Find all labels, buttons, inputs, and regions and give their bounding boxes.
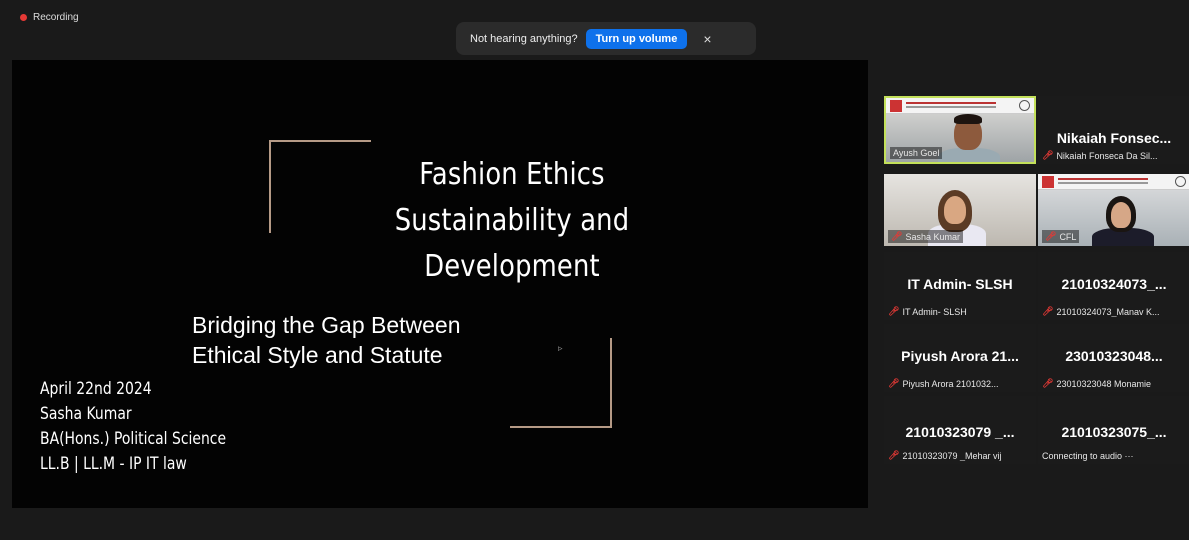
participant-display-name: 21010323079 _... [905, 424, 1015, 440]
slide-subtitle-line: Bridging the Gap Between [192, 312, 461, 338]
participant-tile-21010323075[interactable]: 21010323075_... Connecting to audio ··· [1038, 396, 1189, 464]
muted-mic-icon: 🎤︎ [888, 378, 900, 388]
participant-name-label: 🎤︎ 21010323079 _Mehar vij [888, 450, 1002, 461]
slide-frame-top-left [269, 140, 371, 233]
muted-mic-icon: 🎤︎ [891, 231, 903, 241]
participant-name-label: 🎤︎ IT Admin- SLSH [888, 306, 967, 317]
participant-tile-21010324073[interactable]: 21010324073_... 🎤︎ 21010324073_Manav K... [1038, 252, 1189, 320]
slide-meta-line: LL.B | LL.M - IP IT law [40, 454, 187, 474]
participant-head [944, 196, 966, 224]
participant-tile-it-admin[interactable]: IT Admin- SLSH 🎤︎ IT Admin- SLSH [884, 252, 1036, 320]
mouse-cursor-icon: ▹ [558, 343, 563, 353]
muted-mic-icon: 🎤︎ [888, 306, 900, 316]
banner-image [886, 98, 1034, 114]
banner-image [1038, 174, 1189, 190]
slide-title: Fashion Ethics Sustainability and Develo… [374, 152, 649, 290]
shared-screen: Fashion Ethics Sustainability and Develo… [12, 60, 868, 508]
participant-name-label: Connecting to audio ··· [1042, 451, 1134, 461]
participant-tile-piyush-arora[interactable]: Piyush Arora 21... 🎤︎ Piyush Arora 210103… [884, 324, 1036, 392]
participant-hair [954, 114, 982, 124]
meeting-window: Recording Not hearing anything? Turn up … [0, 0, 1189, 540]
audio-notice-text: Not hearing anything? [470, 32, 578, 45]
participant-tile-cfl[interactable]: 🎤︎ CFL [1038, 174, 1189, 246]
slide-meta-line: Sasha Kumar [40, 404, 132, 424]
slide-subtitle-line: Ethical Style and Statute [192, 342, 443, 368]
turn-up-volume-button[interactable]: Turn up volume [585, 28, 688, 49]
participant-name-label: 🎤︎ 23010323048 Monamie [1042, 378, 1152, 389]
participant-name-label: Ayush Goel [890, 147, 943, 159]
close-icon[interactable]: × [703, 31, 711, 47]
participant-name-label: 🎤︎ CFL [1042, 230, 1080, 243]
slide-title-line: Fashion Ethics [419, 157, 605, 192]
recording-label: Recording [33, 12, 79, 23]
slide-presenter-info: April 22nd 2024 Sasha Kumar BA(Hons.) Po… [40, 377, 226, 477]
recording-indicator[interactable]: Recording [20, 12, 79, 23]
participant-display-name: 21010323075_... [1061, 424, 1167, 440]
recording-dot-icon [20, 14, 27, 21]
muted-mic-icon: 🎤︎ [1042, 378, 1054, 388]
participant-tile-21010323079[interactable]: 21010323079 _... 🎤︎ 21010323079 _Mehar vi… [884, 396, 1036, 464]
participant-tile-ayush-goel[interactable]: Ayush Goel [884, 96, 1036, 164]
slide-title-line: Development [424, 249, 600, 284]
slide-title-line: Sustainability and [394, 203, 630, 238]
participant-name-label: 🎤︎ Nikaiah Fonseca Da Sil... [1042, 150, 1158, 161]
participant-display-name: 23010323048... [1065, 348, 1163, 364]
muted-mic-icon: 🎤︎ [888, 450, 900, 460]
muted-mic-icon: 🎤︎ [1045, 231, 1057, 241]
participant-tile-sasha-kumar[interactable]: 🎤︎ Sasha Kumar [884, 174, 1036, 246]
participant-head [1111, 202, 1131, 228]
participant-name-label: 🎤︎ 21010324073_Manav K... [1042, 306, 1160, 317]
slide-subtitle: Bridging the Gap Between Ethical Style a… [192, 310, 592, 370]
participant-tile-23010323048[interactable]: 23010323048... 🎤︎ 23010323048 Monamie [1038, 324, 1189, 392]
participant-body [938, 148, 1000, 162]
participant-name-label: 🎤︎ Piyush Arora 2101032... [888, 378, 999, 389]
participant-display-name: 21010324073_... [1061, 276, 1167, 292]
participant-name-label: 🎤︎ Sasha Kumar [888, 230, 963, 243]
slide-meta-line: BA(Hons.) Political Science [40, 429, 227, 449]
participant-display-name: Nikaiah Fonsec... [1056, 130, 1172, 146]
audio-notice-banner: Not hearing anything? Turn up volume × [456, 22, 756, 55]
participant-display-name: Piyush Arora 21... [901, 348, 1019, 364]
participant-display-name: IT Admin- SLSH [907, 276, 1013, 292]
muted-mic-icon: 🎤︎ [1042, 306, 1054, 316]
slide-meta-line: April 22nd 2024 [40, 379, 152, 399]
participant-tile-nikaiah[interactable]: Nikaiah Fonsec... 🎤︎ Nikaiah Fonseca Da S… [1038, 96, 1189, 164]
muted-mic-icon: 🎤︎ [1042, 150, 1054, 160]
